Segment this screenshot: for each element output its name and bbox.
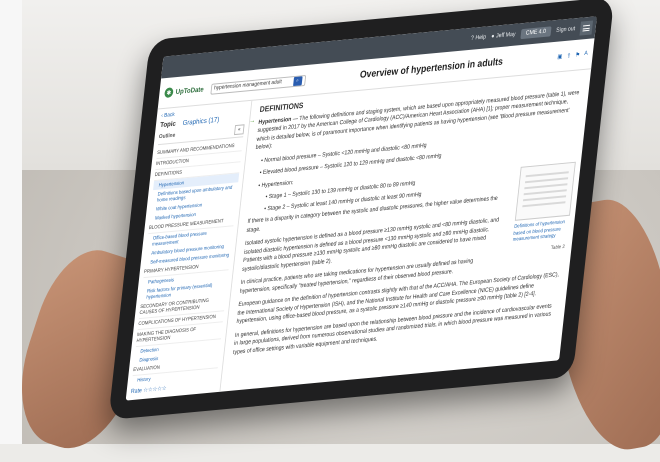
topic-content: → DEFINITIONS Hypertension — The followi… bbox=[220, 69, 591, 393]
cme-button[interactable]: CME 4.0 bbox=[520, 26, 552, 40]
figure-thumbnail[interactable]: Definitions of hypertension based on blo… bbox=[509, 161, 576, 277]
figure-image[interactable] bbox=[514, 161, 576, 221]
figure-caption[interactable]: Definitions of hypertension based on blo… bbox=[512, 219, 567, 243]
search-value: hypertension management adult bbox=[213, 79, 283, 92]
print-icon[interactable]: ▣ bbox=[557, 53, 563, 60]
content-area: ‹ Back Topic Graphics (17) Outline « SUM… bbox=[125, 69, 591, 401]
outline-label: Outline bbox=[158, 132, 176, 141]
tablet-wrapper: ? Help ● Jeff May CME 4.0 Sign out ✱ UpT… bbox=[0, 0, 660, 444]
font-size-icon[interactable]: A bbox=[584, 50, 588, 57]
user-icon: ● bbox=[490, 33, 495, 40]
help-link[interactable]: ? Help bbox=[470, 34, 486, 41]
user-name: Jeff May bbox=[495, 31, 516, 40]
tablet-screen: ? Help ● Jeff May CME 4.0 Sign out ✱ UpT… bbox=[125, 16, 597, 401]
hamburger-icon[interactable] bbox=[579, 20, 594, 36]
tablet: ? Help ● Jeff May CME 4.0 Sign out ✱ UpT… bbox=[108, 0, 615, 421]
help-label: Help bbox=[475, 34, 487, 42]
figure-table-label: Table 2 bbox=[550, 243, 566, 251]
help-icon: ? bbox=[470, 35, 475, 42]
uptodate-logo[interactable]: ✱ UpToDate bbox=[164, 84, 205, 99]
search-input[interactable]: hypertension management adult ⌕ bbox=[210, 74, 306, 95]
intro-term: Hypertension bbox=[258, 116, 292, 126]
share-icon[interactable]: ⇪ bbox=[566, 52, 571, 59]
search-icon[interactable]: ⌕ bbox=[292, 75, 303, 86]
sign-out-link[interactable]: Sign out bbox=[556, 26, 576, 34]
tab-topic[interactable]: Topic bbox=[160, 121, 176, 129]
arrow-right-icon: → bbox=[248, 117, 256, 125]
logo-icon: ✱ bbox=[164, 87, 174, 99]
collapse-icon[interactable]: « bbox=[234, 124, 245, 136]
user-menu[interactable]: ● Jeff May bbox=[491, 32, 516, 40]
tab-graphics[interactable]: Graphics (17) bbox=[182, 117, 219, 127]
logo-text: UpToDate bbox=[175, 85, 205, 96]
toolbar: ▣ ⇪ ⚑ A bbox=[557, 50, 588, 60]
bookmark-icon[interactable]: ⚑ bbox=[575, 51, 580, 58]
